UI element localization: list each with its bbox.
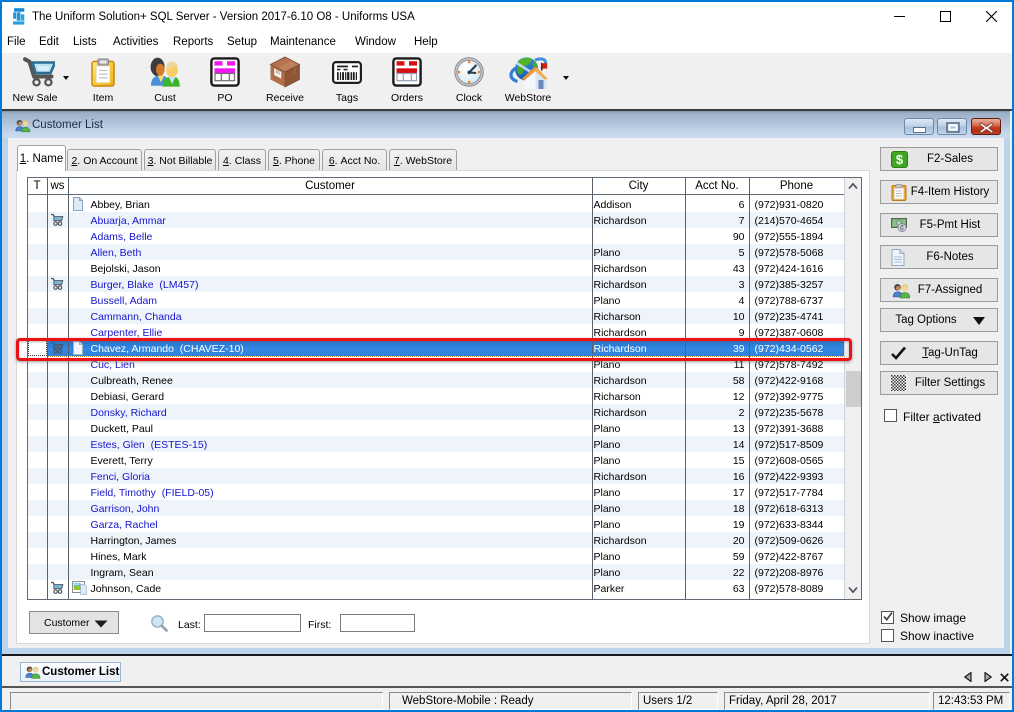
svg-text:¢: ¢: [900, 223, 904, 232]
svg-text:$: $: [896, 152, 904, 167]
